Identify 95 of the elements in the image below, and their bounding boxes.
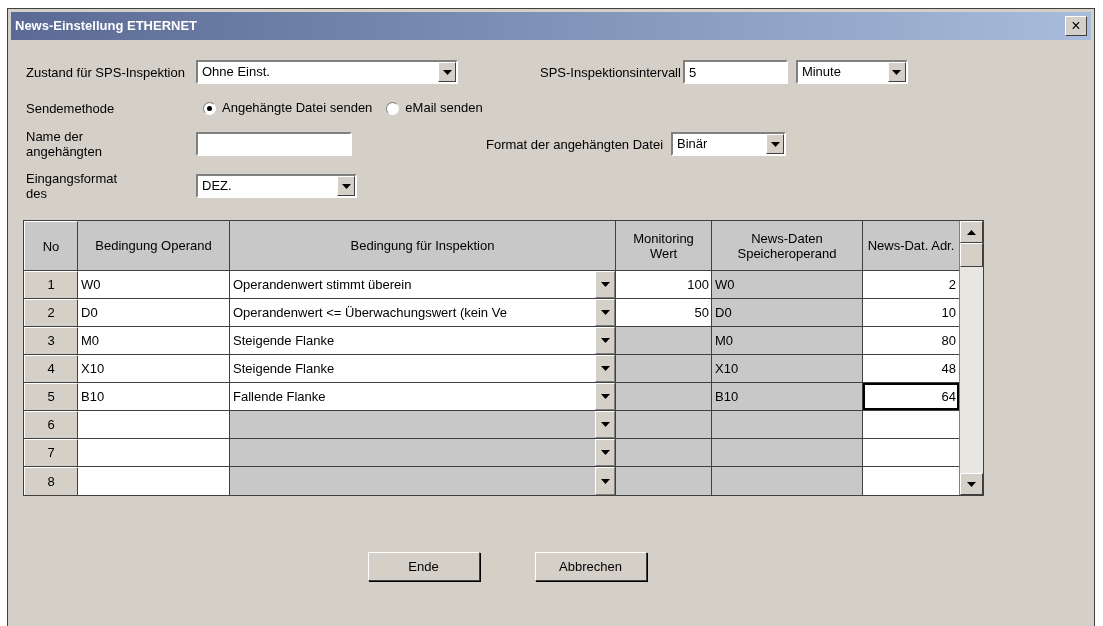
- table-cell: 64: [863, 383, 959, 410]
- field-label: Format der angehängten Datei: [486, 136, 664, 152]
- table-cell: 2: [863, 271, 959, 298]
- scroll-down-button[interactable]: [960, 473, 983, 495]
- dropdown[interactable]: Operandenwert <= Überwachungswert (kein Ve: [230, 299, 616, 326]
- dropdown-arrow-button[interactable]: [595, 383, 615, 410]
- field-label: Name der angehängten: [26, 129, 103, 159]
- table-cell: D0: [78, 299, 230, 326]
- scrollbar[interactable]: [959, 221, 983, 495]
- table-cell: B10: [712, 383, 863, 410]
- row-number: 1: [24, 271, 78, 298]
- dropdown-value: Steigende Flanke: [232, 331, 336, 350]
- dropdown-arrow-button[interactable]: [595, 327, 615, 354]
- dropdown-arrow-button[interactable]: [887, 62, 906, 82]
- dropdown[interactable]: Operandenwert stimmt überein: [230, 271, 616, 298]
- input-field[interactable]: [196, 132, 352, 156]
- row-number: 8: [24, 467, 78, 495]
- column-header: Monitoring Wert: [616, 221, 712, 270]
- scrollbar-thumb[interactable]: [960, 243, 983, 267]
- table-cell: D0: [712, 299, 863, 326]
- dropdown-value: Operandenwert stimmt überein: [232, 275, 413, 294]
- caret-down-icon: [600, 422, 610, 427]
- caret-down-icon: [600, 478, 610, 484]
- dropdown-arrow-button[interactable]: [337, 176, 355, 196]
- field-label: Zustand für SPS-Inspektion: [26, 64, 186, 80]
- dropdown-value: Ohne Einst.: [201, 63, 271, 82]
- column-header: No: [24, 221, 78, 270]
- row-number: 4: [24, 355, 78, 382]
- dropdown-value: DEZ.: [201, 177, 233, 196]
- column-header: News-Daten Speicheroperand: [712, 221, 863, 270]
- dropdown-arrow-button[interactable]: [595, 439, 615, 466]
- table-cell: 10: [863, 299, 959, 326]
- table-cell: W0: [712, 271, 863, 298]
- scroll-up-button[interactable]: [960, 221, 983, 243]
- table-cell: B10: [78, 383, 230, 410]
- caret-down-icon: [967, 481, 976, 487]
- dropdown[interactable]: Steigende Flanke: [230, 327, 616, 354]
- dropdown[interactable]: Ohne Einst.: [196, 60, 458, 84]
- dropdown[interactable]: Binär: [671, 132, 787, 156]
- caret-down-icon: [442, 69, 452, 75]
- dropdown[interactable]: Fallende Flanke: [230, 383, 616, 410]
- caret-down-icon: [341, 183, 351, 189]
- caret-down-icon: [600, 366, 610, 371]
- radio-button[interactable]: [386, 101, 400, 115]
- field-label: SPS-Inspektionsintervall: [540, 64, 681, 80]
- table-cell: M0: [712, 327, 863, 354]
- table-cell: 50: [616, 299, 712, 326]
- table-cell: 48: [863, 355, 959, 382]
- table-cell: 100: [616, 271, 712, 298]
- dropdown[interactable]: Minute: [795, 60, 908, 84]
- table-cell: M0: [78, 327, 230, 354]
- dropdown-arrow-button[interactable]: [595, 411, 615, 438]
- table-cell: W0: [78, 271, 230, 298]
- dialog-button[interactable]: Ende: [367, 552, 480, 581]
- caret-down-icon: [600, 338, 610, 343]
- row-number: 3: [24, 327, 78, 354]
- column-header: Bedingung Operand: [78, 221, 230, 270]
- window-title: News-Einstellung ETHERNET: [15, 17, 198, 36]
- radio-button[interactable]: [203, 101, 216, 115]
- dropdown-arrow-button[interactable]: [766, 134, 785, 154]
- field-label: Eingangsformat des: [26, 171, 119, 201]
- table-cell: X10: [712, 355, 863, 382]
- dropdown[interactable]: Steigende Flanke: [230, 355, 616, 382]
- dropdown-arrow-button[interactable]: [595, 355, 615, 382]
- caret-down-icon: [600, 282, 610, 287]
- dropdown-arrow-button[interactable]: [438, 62, 456, 82]
- column-header: News-Dat. Adr.: [863, 221, 959, 270]
- caret-down-icon: [770, 141, 780, 147]
- table-cell: 80: [863, 327, 959, 354]
- radio-label[interactable]: Angehängte Datei senden: [222, 98, 373, 118]
- row-number: 5: [24, 383, 78, 410]
- caret-down-icon: [600, 310, 610, 315]
- dropdown[interactable]: DEZ.: [196, 174, 357, 198]
- close-button[interactable]: ×: [1065, 16, 1087, 36]
- row-number: 6: [24, 411, 78, 438]
- row-number: 2: [24, 299, 78, 326]
- table-cell: X10: [78, 355, 230, 382]
- radio-label[interactable]: eMail senden: [405, 98, 483, 118]
- dropdown-arrow-button[interactable]: [595, 467, 615, 495]
- field-label: Sendemethode: [26, 100, 116, 116]
- dropdown-value: Operandenwert <= Überwachungswert (kein Ve: [232, 303, 508, 322]
- row-number: 7: [24, 439, 78, 466]
- caret-down-icon: [600, 450, 610, 455]
- caret-down-icon: [892, 69, 902, 75]
- caret-down-icon: [600, 394, 610, 399]
- caret-up-icon: [967, 229, 976, 235]
- dropdown-arrow-button[interactable]: [595, 271, 615, 298]
- dropdown-value: Binär: [676, 135, 709, 154]
- dialog-button[interactable]: Abbrechen: [534, 552, 647, 581]
- dropdown-value: Steigende Flanke: [232, 359, 336, 378]
- input-field[interactable]: 5: [682, 60, 788, 84]
- dropdown-value: Minute: [800, 63, 842, 82]
- column-header: Bedingung für Inspektion: [230, 221, 616, 270]
- dropdown-value: Fallende Flanke: [232, 387, 327, 406]
- dropdown-arrow-button[interactable]: [595, 299, 615, 326]
